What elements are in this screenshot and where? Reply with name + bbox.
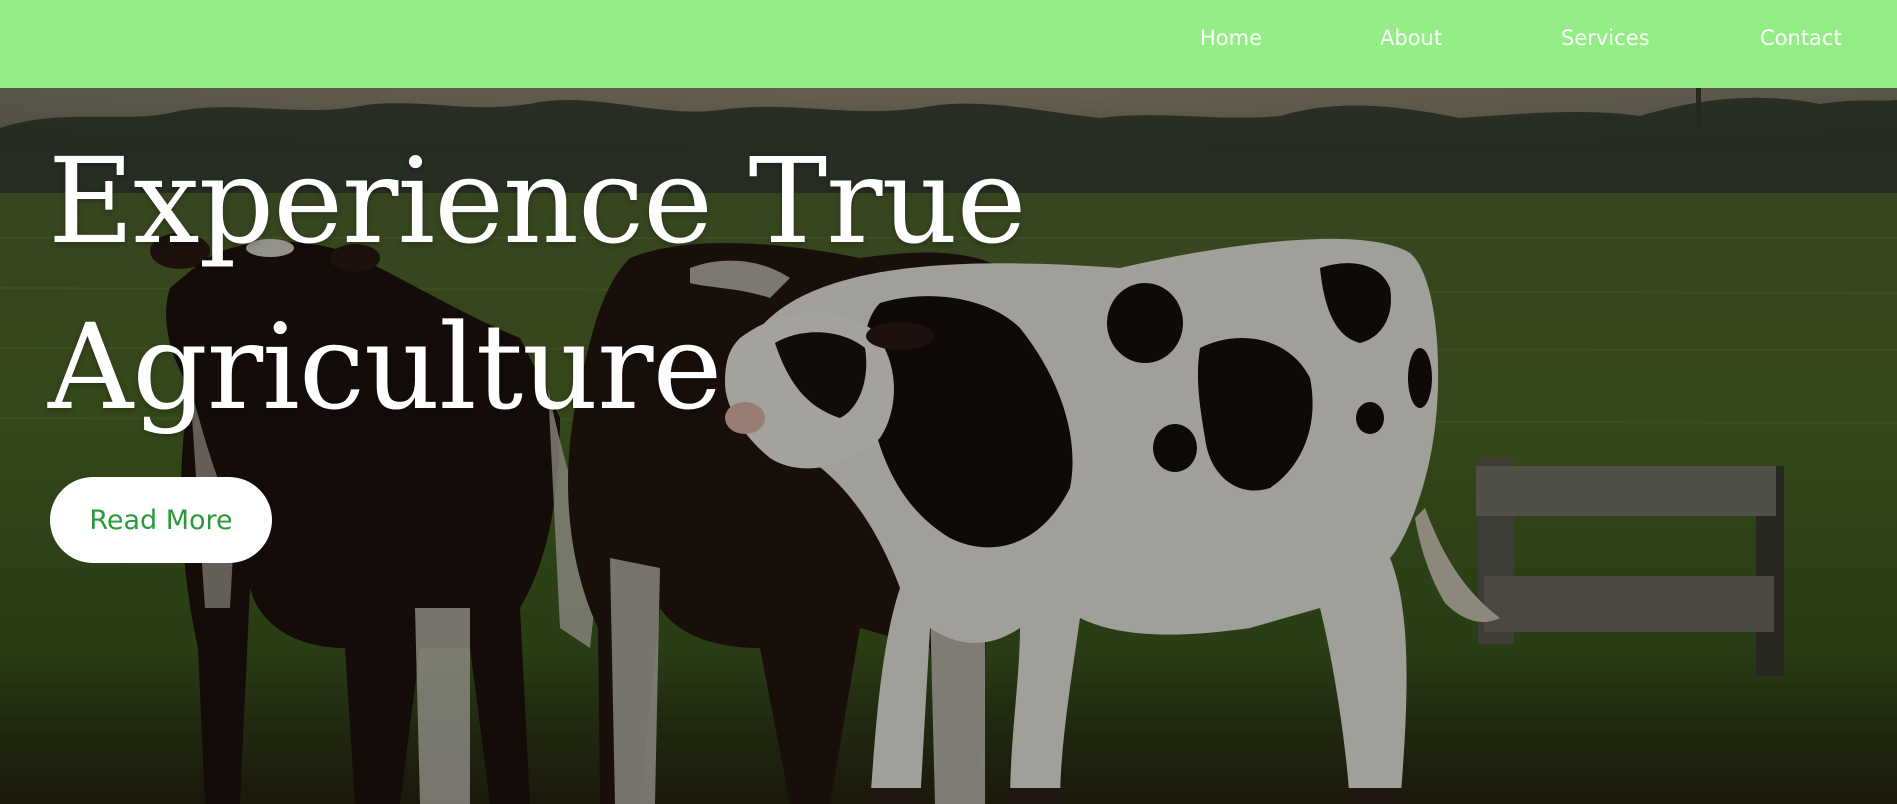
page: Home About Services Contact Experience T…	[0, 0, 1897, 804]
nav-link-home[interactable]: Home	[1200, 26, 1262, 50]
nav-link-about[interactable]: About	[1380, 26, 1442, 50]
hero-title-line-1: Experience True	[48, 132, 1026, 270]
nav-link-contact[interactable]: Contact	[1760, 26, 1842, 50]
top-navbar: Home About Services Contact	[0, 0, 1897, 88]
nav-link-services[interactable]: Services	[1561, 26, 1650, 50]
hero-section: Experience True Agriculture Read More	[0, 88, 1897, 804]
hero-title-line-2: Agriculture	[48, 298, 722, 436]
hero-title: Experience True Agriculture	[48, 118, 1048, 450]
read-more-button[interactable]: Read More	[50, 477, 272, 563]
